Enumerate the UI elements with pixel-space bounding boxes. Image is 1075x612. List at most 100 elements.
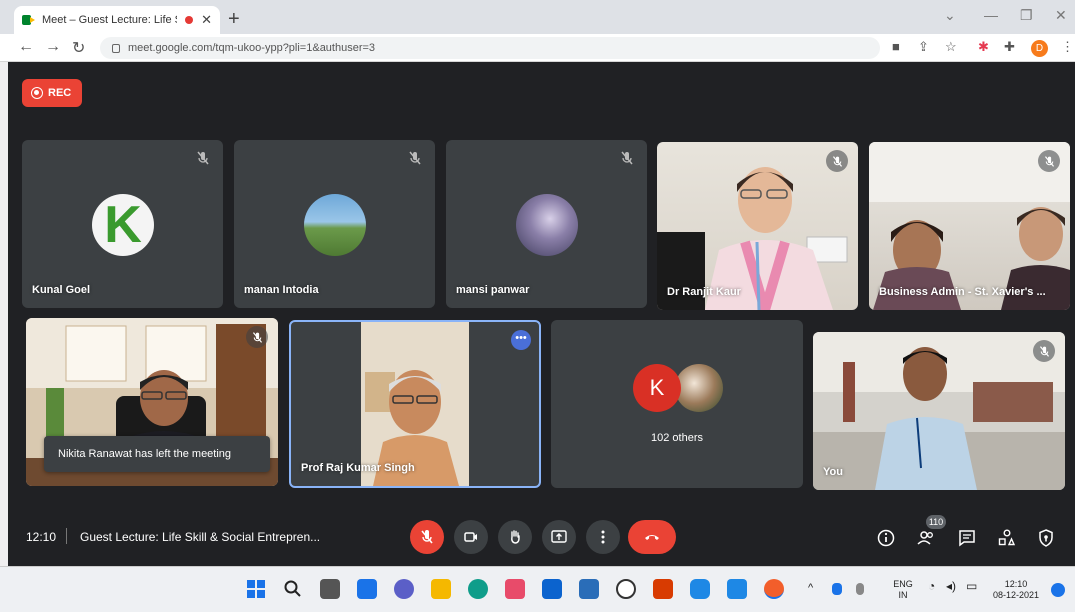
search-icon[interactable] [283, 579, 303, 599]
participant-name: mansi panwar [456, 284, 530, 296]
participant-tile-kunal[interactable]: K Kunal Goel [22, 140, 223, 308]
participant-tile-ranjit[interactable]: Dr Ranjit Kaur [657, 142, 858, 310]
mic-off-icon [619, 150, 635, 166]
menu-kebab-icon[interactable]: ⋮ [1061, 39, 1074, 55]
participant-tile-host-room[interactable]: Nikita Ranawat has left the meeting [26, 318, 278, 486]
bluetooth-icon[interactable] [832, 583, 842, 595]
leave-call-button[interactable] [628, 520, 676, 554]
zoom-icon[interactable] [690, 579, 710, 599]
region-code: IN [898, 590, 908, 600]
reload-button[interactable]: ↻ [72, 38, 85, 58]
more-options-button[interactable] [586, 520, 620, 554]
battery-icon[interactable]: ▭ [966, 580, 977, 592]
host-controls-icon[interactable] [1036, 528, 1056, 548]
participant-name: Business Admin - St. Xavier's ... [879, 286, 1046, 298]
left-meeting-toast: Nikita Ranawat has left the meeting [44, 436, 270, 472]
notifications-icon[interactable] [1051, 583, 1065, 597]
browser-toolbar: ← → ↻ meet.google.com/tqm-ukoo-ypp?pli=1… [0, 34, 1075, 62]
restore-button[interactable]: ❐ [1020, 7, 1033, 24]
participant-tile-business-admin[interactable]: Business Admin - St. Xavier's ... [869, 142, 1070, 310]
close-window-button[interactable]: ✕ [1055, 7, 1067, 24]
meeting-title: Guest Lecture: Life Skill & Social Entre… [80, 530, 321, 544]
participant-tile-mansi[interactable]: mansi panwar [446, 140, 647, 308]
extension-icon[interactable]: ✱ [978, 39, 989, 55]
avatar [304, 194, 366, 256]
participant-tile-manan[interactable]: manan Intodia [234, 140, 435, 308]
file-explorer-icon[interactable] [431, 579, 451, 599]
tab-close-icon[interactable]: ✕ [201, 12, 212, 28]
video-feed [813, 332, 1065, 490]
profile-avatar[interactable]: D [1031, 40, 1048, 57]
camera-icon [464, 532, 477, 542]
tab-title: Meet – Guest Lecture: Life S [42, 14, 178, 26]
mail-icon[interactable] [542, 579, 562, 599]
todo-check-icon[interactable] [727, 579, 747, 599]
mic-toggle-button[interactable] [410, 520, 444, 554]
raise-hand-button[interactable] [498, 520, 532, 554]
activities-icon[interactable] [997, 528, 1017, 548]
hand-icon [511, 530, 520, 544]
windows-taskbar: ^ ENG IN ◔ ◂) ▭ 12:10 08-12-2021 [0, 566, 1075, 612]
widgets-icon[interactable] [357, 579, 377, 599]
mic-off-icon [195, 150, 211, 166]
lock-icon [112, 43, 120, 53]
meet-stage: REC K Kunal Goel manan Intodia mansi pan… [8, 62, 1075, 566]
tray-overflow-icon[interactable]: ^ [808, 583, 813, 594]
volume-icon[interactable]: ◂) [946, 580, 956, 592]
participant-name: You [823, 466, 843, 478]
avatar: K [92, 194, 154, 256]
new-tab-button[interactable]: + [228, 8, 240, 31]
share-icon[interactable]: ⇪ [918, 39, 929, 55]
meet-logo-icon [22, 14, 36, 26]
participant-tile-prof-raj[interactable]: ••• Prof Raj Kumar Singh [289, 320, 541, 488]
back-button[interactable]: ← [18, 38, 34, 56]
address-bar[interactable]: meet.google.com/tqm-ukoo-ypp?pli=1&authu… [100, 37, 880, 59]
task-view-icon[interactable] [320, 579, 340, 599]
present-icon [551, 530, 567, 543]
dropbox-icon[interactable] [579, 579, 599, 599]
chrome-icon[interactable] [764, 579, 784, 599]
camera-permission-icon[interactable]: ■ [892, 39, 900, 54]
store-icon[interactable] [505, 579, 525, 599]
mic-off-icon [826, 150, 848, 172]
record-icon [31, 87, 43, 99]
participant-count-badge: 110 [926, 515, 946, 529]
participant-name: Kunal Goel [32, 284, 91, 296]
meeting-info-icon[interactable] [876, 528, 896, 548]
tab-search-icon[interactable]: ⌄ [944, 7, 956, 24]
bookmark-star-icon[interactable]: ☆ [945, 39, 957, 55]
mic-tray-icon[interactable] [856, 583, 864, 595]
avatar-letter: K [104, 196, 142, 254]
recording-dot-icon [185, 16, 194, 24]
language-indicator[interactable]: ENG IN [888, 579, 918, 601]
others-count: 102 others [651, 432, 703, 444]
office-icon[interactable] [653, 579, 673, 599]
taskbar-clock[interactable]: 12:10 08-12-2021 [990, 579, 1042, 601]
recording-badge[interactable]: REC [22, 79, 82, 107]
clock-date: 08-12-2021 [992, 590, 1040, 600]
browser-tab-strip: Meet – Guest Lecture: Life S ✕ + ⌄ — ❐ ✕ [0, 0, 1075, 34]
forward-button[interactable]: → [45, 38, 61, 56]
participant-tile-you[interactable]: You [813, 332, 1065, 490]
divider [66, 528, 67, 544]
people-icon[interactable] [916, 528, 936, 548]
others-avatar-photo [675, 364, 723, 412]
clock-time: 12:10 [1004, 579, 1028, 589]
wifi-icon[interactable]: ◔ [928, 580, 935, 592]
mic-off-icon [246, 326, 268, 348]
browser-tab-meet[interactable]: Meet – Guest Lecture: Life S ✕ [14, 6, 220, 34]
others-tile[interactable]: K 102 others [551, 320, 803, 488]
teams-chat-icon[interactable] [394, 579, 414, 599]
mic-off-icon [421, 530, 433, 544]
minimize-button[interactable]: — [984, 7, 998, 23]
extensions-puzzle-icon[interactable]: ✚ [1004, 39, 1015, 55]
start-windows-icon[interactable] [246, 579, 266, 599]
others-avatar: K [633, 364, 681, 412]
edge-browser-icon[interactable] [468, 579, 488, 599]
mic-off-icon [1038, 150, 1060, 172]
chat-icon[interactable] [957, 528, 977, 548]
more-options-button[interactable]: ••• [511, 330, 531, 350]
camera-toggle-button[interactable] [454, 520, 488, 554]
app-circle-icon[interactable] [616, 579, 636, 599]
present-screen-button[interactable] [542, 520, 576, 554]
